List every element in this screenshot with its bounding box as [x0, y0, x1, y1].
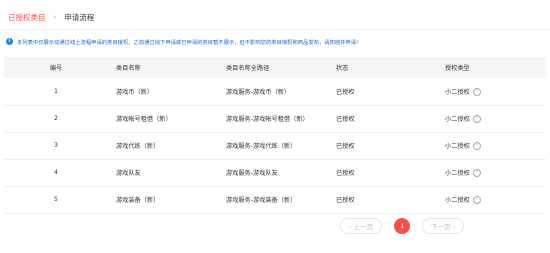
table-row: 1 游戏币（新） 游戏服务-游戏币（新） 已授权 小二授权 ?	[4, 78, 546, 106]
breadcrumb: 已授权类目 › 申请流程	[8, 6, 94, 28]
row-status: 已授权	[336, 89, 355, 96]
row-number: 3	[54, 142, 58, 149]
row-category-path: 游戏服务-游戏帐号租借（新）	[226, 116, 309, 123]
breadcrumb-divider	[0, 29, 550, 30]
breadcrumb-current-page: 申请流程	[64, 12, 95, 22]
row-auth-type: 小二授权 ?	[445, 132, 535, 159]
prev-page-button[interactable]: ‹ 上一页	[340, 218, 383, 234]
breadcrumb-authorized-categories[interactable]: 已授权类目	[8, 12, 46, 23]
row-category-name: 游戏队友	[116, 170, 141, 177]
row-category-path: 游戏服务-游戏代练（新）	[226, 143, 297, 150]
table-row: 5 游戏装备（新） 游戏服务-游戏装备（新） 已授权 小二授权 ?	[4, 186, 546, 214]
row-status: 已授权	[336, 197, 355, 204]
auth-type-label: 小二授权	[445, 143, 470, 150]
question-icon[interactable]: ?	[472, 114, 481, 123]
auth-type-label: 小二授权	[445, 197, 470, 204]
pagination: ‹ 上一页 1 下一页 ›	[340, 218, 465, 234]
header-category-path: 类目名称全路径	[226, 65, 270, 72]
notice-text: 本列表中仅展示动通过线上流程申请的类目授权，之前通过线下申请或已申请的类目暂不展…	[17, 39, 359, 46]
header-category-name: 类目名称	[116, 65, 141, 72]
info-icon: i	[6, 38, 13, 45]
auth-type-label: 小二授权	[445, 170, 470, 177]
row-category-name: 游戏代练（新）	[116, 143, 160, 150]
row-category-path: 游戏服务-游戏队友	[226, 170, 278, 177]
notice-banner: i 本列表中仅展示动通过线上流程申请的类目授权，之前通过线下申请或已申请的类目暂…	[6, 33, 544, 50]
auth-type-label: 小二授权	[445, 89, 470, 96]
row-number: 1	[54, 88, 58, 95]
row-status: 已授权	[336, 170, 355, 177]
table-row: 2 游戏帐号租借（新） 游戏服务-游戏帐号租借（新） 已授权 小二授权 ?	[4, 105, 546, 133]
row-category-name: 游戏帐号租借（新）	[116, 116, 172, 123]
row-auth-type: 小二授权 ?	[445, 159, 535, 186]
row-auth-type: 小二授权 ?	[445, 186, 535, 213]
breadcrumb-separator: ›	[53, 13, 57, 21]
table-header: 编号 类目名称 类目名称全路径 状态 授权类型	[4, 57, 546, 78]
row-number: 2	[54, 115, 58, 122]
row-category-name: 游戏装备（新）	[116, 197, 160, 204]
page-1-button[interactable]: 1	[394, 218, 411, 234]
table-row: 3 游戏代练（新） 游戏服务-游戏代练（新） 已授权 小二授权 ?	[4, 132, 546, 160]
next-page-button[interactable]: 下一页 ›	[422, 218, 465, 234]
row-auth-type: 小二授权 ?	[445, 105, 535, 132]
question-icon[interactable]: ?	[472, 87, 481, 96]
row-status: 已授权	[336, 116, 355, 123]
question-icon[interactable]: ?	[472, 195, 481, 204]
row-status: 已授权	[336, 143, 355, 150]
auth-type-label: 小二授权	[445, 116, 470, 123]
row-number: 4	[54, 169, 58, 176]
table-row: 4 游戏队友 游戏服务-游戏队友 已授权 小二授权 ?	[4, 159, 546, 187]
question-icon[interactable]: ?	[472, 168, 481, 177]
header-auth-type: 授权类型	[445, 65, 470, 72]
row-number: 5	[54, 196, 58, 203]
row-category-path: 游戏服务-游戏币（新）	[226, 89, 291, 96]
row-category-name: 游戏币（新）	[116, 89, 154, 96]
header-number: 编号	[49, 65, 63, 72]
header-status: 状态	[336, 65, 349, 72]
row-category-path: 游戏服务-游戏装备（新）	[226, 197, 297, 204]
question-icon[interactable]: ?	[472, 141, 481, 150]
row-auth-type: 小二授权 ?	[445, 78, 535, 105]
